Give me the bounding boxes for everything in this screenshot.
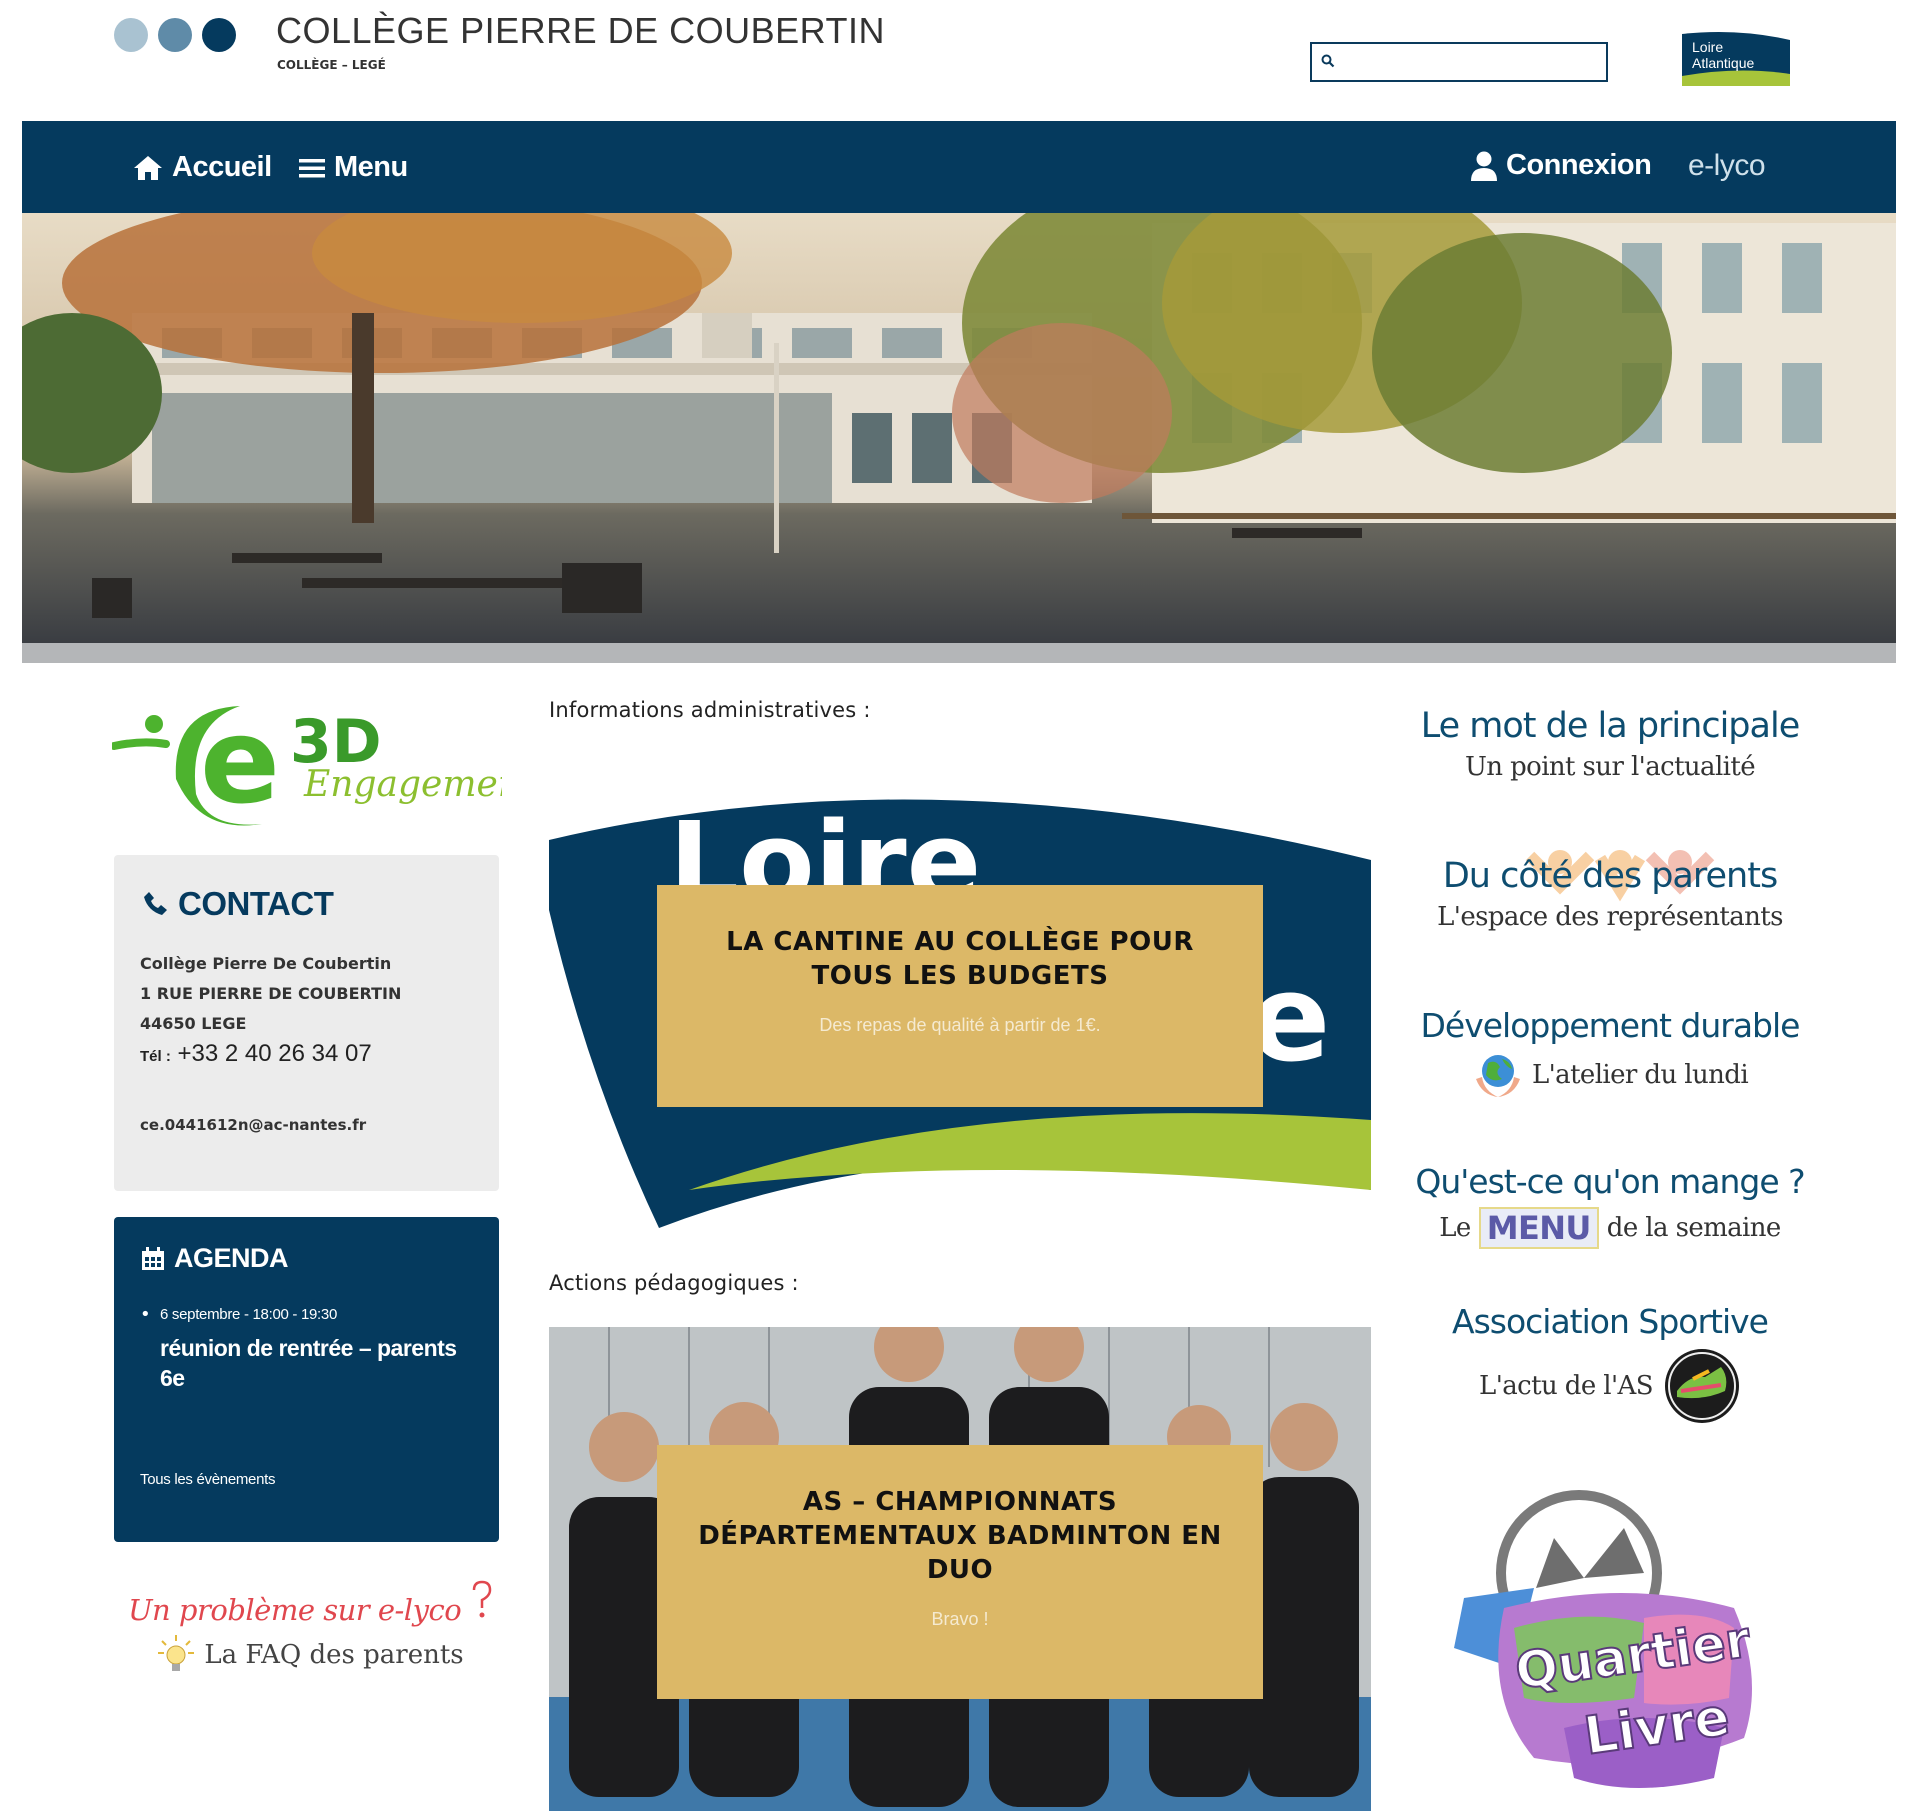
contact-title: CONTACT	[178, 885, 334, 922]
nav-menu-label: Menu	[334, 151, 408, 183]
school-building-photo	[22, 213, 1896, 643]
nav-menu-button[interactable]: Menu	[298, 151, 408, 184]
e3d-engagement-logo[interactable]: e 3D Engagement	[112, 684, 502, 834]
side-link-principale[interactable]: Le mot de la principale Un point sur l'a…	[1400, 706, 1820, 782]
site-subtitle: COLLÈGE – LEGÉ	[277, 58, 386, 72]
side-title-developpement: Développement durable	[1420, 1006, 1801, 1045]
side-subtitle-menu-suffix: de la semaine	[1606, 1213, 1782, 1243]
side-title-menu: Qu'est-ce qu'on mange ?	[1415, 1162, 1805, 1201]
home-icon	[134, 155, 162, 180]
faq-subtitle-text: La FAQ des parents	[204, 1640, 464, 1670]
admin-section-heading: Informations administratives :	[549, 698, 871, 722]
menu-highlight: MENU	[1478, 1207, 1599, 1249]
site-header: COLLÈGE PIERRE DE COUBERTIN COLLÈGE – LE…	[0, 0, 1914, 120]
dept-logo-line1: Loire	[1692, 39, 1723, 55]
agenda-heading: AGENDA	[140, 1243, 473, 1274]
contact-city: 44650 LEGE	[140, 1014, 247, 1033]
side-link-developpement[interactable]: Développement durable L'atelier du lundi	[1400, 1006, 1820, 1099]
contact-name: Collège Pierre De Coubertin	[140, 954, 392, 973]
side-title-as: Association Sportive	[1452, 1302, 1769, 1341]
user-icon	[1471, 151, 1497, 181]
agenda-title: AGENDA	[174, 1243, 289, 1273]
side-link-parents[interactable]: Du côté des parents L'espace des représe…	[1400, 850, 1820, 932]
side-subtitle-parents: L'espace des représentants	[1437, 902, 1783, 932]
news-subtitle-badminton: Bravo !	[931, 1609, 989, 1629]
hero-banner	[22, 213, 1896, 643]
phone-icon	[144, 892, 167, 915]
dept-logo-line2: Atlantique	[1692, 55, 1754, 71]
e3d-logo-word: Engagement	[303, 764, 502, 805]
e3d-logo-letter: e	[200, 692, 280, 830]
side-subtitle-as: L'actu de l'AS	[1479, 1371, 1653, 1401]
lightbulb-icon	[158, 1635, 195, 1671]
news-card-cantine[interactable]: Loire e LA CANTINE AU COLLÈGE POUR TOUS …	[549, 780, 1371, 1228]
quartier-livre-logo[interactable]: Quartier Livre	[1444, 1478, 1784, 1808]
agenda-event[interactable]: 6 septembre - 18:00 - 19:30 réunion de r…	[140, 1304, 473, 1393]
site-logo-dots[interactable]	[114, 18, 236, 52]
news-overlay-badminton[interactable]: AS – CHAMPIONNATS DÉPARTEMENTAUX BADMINT…	[657, 1445, 1263, 1699]
side-link-as[interactable]: Association Sportive L'actu de l'AS	[1400, 1302, 1820, 1425]
contact-email-link[interactable]: ce.0441612n@ac-nantes.fr	[140, 1116, 473, 1134]
agenda-event-date: 6 septembre - 18:00 - 19:30	[160, 1306, 338, 1323]
nav-elyco-label: e-lyco	[1688, 149, 1766, 182]
logo-dot-dark	[202, 18, 236, 52]
search-box	[1310, 42, 1608, 82]
faq-title-text: Un problème sur e-lyco	[128, 1593, 462, 1627]
news-overlay-cantine[interactable]: LA CANTINE AU COLLÈGE POUR TOUS LES BUDG…	[657, 885, 1263, 1107]
news-subtitle-cantine: Des repas de qualité à partir de 1€.	[819, 1015, 1101, 1035]
nav-home-link[interactable]: Accueil	[132, 151, 272, 184]
hero-bottom-bar	[22, 643, 1896, 663]
nav-home-label: Accueil	[172, 151, 272, 183]
question-mark-icon	[472, 1580, 492, 1618]
hamburger-icon	[299, 158, 325, 177]
agenda-card: AGENDA 6 septembre - 18:00 - 19:30 réuni…	[114, 1217, 499, 1542]
agenda-event-title[interactable]: réunion de rentrée – parents 6e	[160, 1333, 473, 1393]
contact-heading: CONTACT	[140, 885, 473, 923]
main-navbar: Accueil Menu Connexion e-lyco	[22, 121, 1896, 213]
earth-hands-icon	[1475, 1055, 1520, 1097]
contact-street: 1 RUE PIERRE DE COUBERTIN	[140, 984, 402, 1003]
search-input[interactable]	[1342, 48, 1602, 76]
side-subtitle-principale: Un point sur l'actualité	[1464, 752, 1756, 782]
side-subtitle-as-row: L'actu de l'AS	[1400, 1347, 1820, 1425]
side-subtitle-developpement-row: L'atelier du lundi	[1400, 1051, 1820, 1099]
pedago-section-heading: Actions pédagogiques :	[549, 1271, 799, 1295]
side-subtitle-developpement: L'atelier du lundi	[1531, 1060, 1749, 1090]
logo-dot-light	[114, 18, 148, 52]
contact-phone[interactable]: Tél : +33 2 40 26 34 07	[140, 1039, 473, 1072]
loire-atlantique-logo[interactable]: Loire Atlantique	[1678, 30, 1796, 88]
contact-card: CONTACT Collège Pierre De Coubertin 1 RU…	[114, 855, 499, 1191]
agenda-list: 6 septembre - 18:00 - 19:30 réunion de r…	[140, 1304, 473, 1393]
as-sneaker-logo-icon	[1664, 1349, 1739, 1423]
news-title-cantine[interactable]: LA CANTINE AU COLLÈGE POUR TOUS LES BUDG…	[697, 925, 1223, 993]
contact-phone-label: Tél :	[140, 1048, 171, 1065]
calendar-icon	[142, 1246, 164, 1270]
contact-phone-number: +33 2 40 26 34 07	[177, 1040, 372, 1067]
nav-login-link[interactable]: Connexion	[1470, 149, 1652, 182]
news-title-badminton[interactable]: AS – CHAMPIONNATS DÉPARTEMENTAUX BADMINT…	[697, 1485, 1223, 1587]
nav-login-label: Connexion	[1506, 149, 1652, 181]
nav-elyco-link[interactable]: e-lyco	[1688, 149, 1766, 183]
site-title[interactable]: COLLÈGE PIERRE DE COUBERTIN	[276, 10, 885, 52]
logo-dot-mid	[158, 18, 192, 52]
side-subtitle-menu-prefix: Le	[1439, 1213, 1471, 1243]
side-title-parents: Du côté des parents	[1442, 856, 1778, 896]
side-title-principale: Le mot de la principale	[1420, 706, 1800, 746]
all-events-link[interactable]: Tous les évènements	[140, 1471, 276, 1488]
faq-title: Un problème sur e-lyco	[116, 1580, 506, 1627]
faq-subtitle: La FAQ des parents	[116, 1635, 506, 1675]
faq-parents-link[interactable]: Un problème sur e-lyco La FAQ des parent…	[116, 1580, 506, 1680]
side-subtitle-menu-row: Le MENU de la semaine	[1400, 1207, 1820, 1249]
side-link-menu[interactable]: Qu'est-ce qu'on mange ? Le MENU de la se…	[1400, 1162, 1820, 1249]
news-card-badminton[interactable]: AS – CHAMPIONNATS DÉPARTEMENTAUX BADMINT…	[549, 1327, 1371, 1811]
search-icon[interactable]	[1321, 54, 1335, 72]
contact-address: Collège Pierre De Coubertin 1 RUE PIERRE…	[140, 949, 473, 1072]
